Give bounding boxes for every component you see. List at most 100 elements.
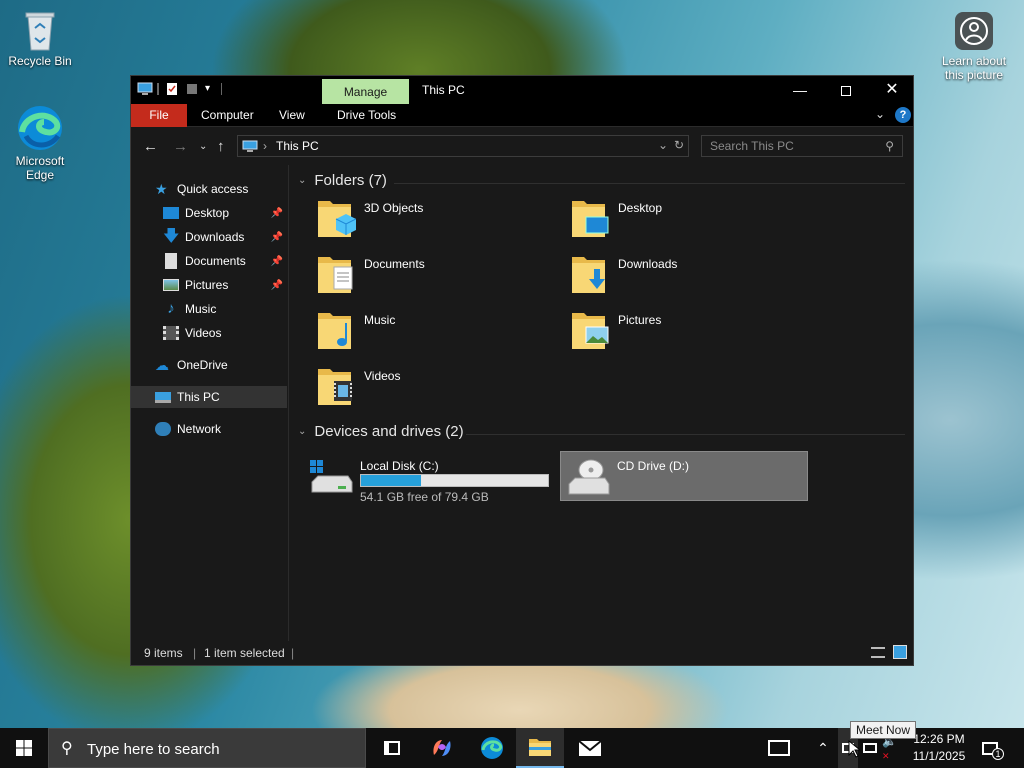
show-hidden-icons-button[interactable]: ⌃ bbox=[812, 728, 834, 768]
download-arrow-icon: 🡇 bbox=[163, 228, 180, 245]
nav-this-pc[interactable]: This PC bbox=[131, 386, 287, 408]
copilot-icon bbox=[433, 740, 451, 756]
drive-name: Local Disk (C:) bbox=[360, 459, 439, 473]
status-divider: | bbox=[193, 646, 197, 660]
separator-icon bbox=[221, 83, 222, 95]
group-title: Folders (7) bbox=[314, 172, 387, 189]
search-input[interactable] bbox=[702, 136, 872, 156]
expand-ribbon-icon[interactable]: ⌄ bbox=[875, 107, 885, 121]
tab-manage[interactable]: Manage bbox=[322, 79, 409, 105]
nav-documents[interactable]: Documents 📌 bbox=[163, 250, 287, 272]
mail-icon bbox=[578, 740, 602, 756]
refresh-icon[interactable]: ↻ bbox=[674, 138, 684, 152]
address-dropdown-icon[interactable]: ⌄ bbox=[658, 138, 668, 152]
tab-drive-tools[interactable]: Drive Tools bbox=[327, 104, 406, 127]
details-view-icon[interactable] bbox=[871, 647, 885, 658]
nav-videos[interactable]: Videos bbox=[163, 322, 287, 344]
close-button[interactable]: ✕ bbox=[869, 76, 915, 104]
up-arrow-icon[interactable]: ↑ bbox=[217, 138, 225, 155]
taskbar-search-box[interactable]: ⚲ bbox=[48, 728, 366, 768]
nav-label: OneDrive bbox=[177, 358, 228, 372]
mail-taskbar-button[interactable] bbox=[566, 728, 614, 768]
camera-person-icon bbox=[953, 10, 995, 52]
status-item-count: 9 items bbox=[144, 646, 183, 660]
nav-label: Videos bbox=[185, 326, 222, 340]
new-folder-icon[interactable] bbox=[185, 82, 199, 96]
hard-drive-icon bbox=[308, 458, 354, 501]
tab-view[interactable]: View bbox=[269, 104, 315, 127]
group-divider bbox=[466, 434, 905, 435]
large-icons-view-icon[interactable] bbox=[893, 645, 907, 659]
customize-qat-icon[interactable]: ▾ bbox=[205, 82, 215, 96]
folder-pictures[interactable]: Pictures bbox=[556, 303, 796, 353]
properties-icon[interactable] bbox=[165, 82, 179, 96]
drive-local-disk-c[interactable]: Local Disk (C:) 54.1 GB free of 79.4 GB bbox=[304, 452, 554, 504]
folder-videos[interactable]: Videos bbox=[302, 359, 542, 409]
forward-arrow-icon[interactable]: → bbox=[173, 138, 188, 155]
explorer-body: ★ Quick access Desktop 📌 🡇 Downloads 📌 D… bbox=[131, 165, 913, 641]
breadcrumb-chevron-icon: › bbox=[263, 139, 267, 153]
news-widget-button[interactable] bbox=[762, 728, 796, 768]
drive-usage-fill bbox=[361, 475, 421, 486]
film-icon bbox=[163, 326, 179, 340]
news-icon bbox=[768, 740, 790, 756]
nav-label: Desktop bbox=[185, 206, 230, 220]
folder-desktop[interactable]: Desktop bbox=[556, 191, 796, 241]
copilot-button[interactable] bbox=[418, 728, 466, 768]
address-bar[interactable]: › This PC ⌄ ↻ bbox=[237, 135, 689, 157]
folder-downloads[interactable]: Downloads bbox=[556, 247, 796, 297]
folder-documents[interactable]: Documents bbox=[302, 247, 542, 297]
help-icon[interactable]: ? bbox=[895, 107, 911, 123]
folders-group-header[interactable]: ⌄ Folders (7) bbox=[298, 172, 387, 189]
start-button[interactable] bbox=[0, 728, 48, 768]
picture-icon bbox=[163, 279, 179, 291]
minimize-button[interactable]: — bbox=[777, 76, 823, 104]
collapse-chevron-icon[interactable]: ⌄ bbox=[298, 175, 306, 186]
nav-network[interactable]: Network bbox=[155, 418, 311, 440]
tab-computer[interactable]: Computer bbox=[191, 104, 264, 127]
folder-3d-objects-icon bbox=[316, 195, 357, 239]
search-box[interactable]: ⚲ bbox=[701, 135, 903, 157]
nav-pictures[interactable]: Pictures 📌 bbox=[163, 274, 287, 296]
nav-desktop[interactable]: Desktop 📌 bbox=[163, 202, 287, 224]
recycle-bin-icon bbox=[21, 8, 59, 52]
file-explorer-taskbar-button[interactable] bbox=[516, 728, 564, 768]
pin-icon[interactable]: 📌 bbox=[271, 280, 283, 291]
drive-cd-d[interactable]: CD Drive (D:) bbox=[560, 451, 808, 501]
back-arrow-icon[interactable]: ← bbox=[143, 138, 158, 155]
taskbar-search-input[interactable] bbox=[87, 739, 347, 759]
folder-name: Documents bbox=[364, 257, 425, 271]
desktop-icon-recycle-bin[interactable]: Recycle Bin bbox=[0, 8, 80, 68]
title-bar[interactable]: ▾ Manage This PC — ✕ bbox=[131, 76, 915, 105]
network-icon bbox=[155, 422, 171, 436]
cloud-icon: ☁ bbox=[155, 357, 169, 373]
ribbon-tabs: File Computer View Drive Tools ⌄ ? bbox=[131, 104, 913, 127]
pin-icon[interactable]: 📌 bbox=[271, 208, 283, 219]
nav-label: Network bbox=[177, 422, 222, 436]
recent-locations-chevron-icon[interactable]: ⌄ bbox=[199, 141, 207, 152]
breadcrumb[interactable]: This PC bbox=[276, 139, 319, 153]
edge-taskbar-button[interactable] bbox=[468, 728, 516, 768]
nav-downloads[interactable]: 🡇 Downloads 📌 bbox=[163, 226, 287, 248]
desktop-icon-edge[interactable]: Microsoft Edge bbox=[0, 104, 80, 182]
folder-music[interactable]: Music bbox=[302, 303, 542, 353]
notification-center-button[interactable]: 1 bbox=[978, 728, 1014, 768]
desktop-icon-learn-about-picture[interactable]: Learn about this picture bbox=[934, 10, 1014, 82]
cd-drive-icon bbox=[565, 458, 611, 501]
computer-icon bbox=[137, 82, 153, 96]
quick-access-toolbar: ▾ bbox=[137, 82, 222, 96]
nav-onedrive[interactable]: ☁ OneDrive bbox=[155, 354, 311, 376]
devices-group-header[interactable]: ⌄ Devices and drives (2) bbox=[298, 423, 464, 440]
edge-label-line2: Edge bbox=[25, 168, 55, 182]
status-divider: | bbox=[291, 646, 295, 660]
task-view-button[interactable] bbox=[368, 728, 416, 768]
nav-quick-access[interactable]: ★ Quick access bbox=[155, 178, 311, 200]
pin-icon[interactable]: 📌 bbox=[271, 256, 283, 267]
status-selected-count: 1 item selected bbox=[204, 646, 285, 660]
maximize-button[interactable] bbox=[823, 76, 869, 104]
pin-icon[interactable]: 📌 bbox=[271, 232, 283, 243]
tab-file[interactable]: File bbox=[131, 104, 187, 127]
nav-music[interactable]: ♪ Music bbox=[163, 298, 287, 320]
collapse-chevron-icon[interactable]: ⌄ bbox=[298, 426, 306, 437]
folder-3d-objects[interactable]: 3D Objects bbox=[302, 191, 542, 241]
